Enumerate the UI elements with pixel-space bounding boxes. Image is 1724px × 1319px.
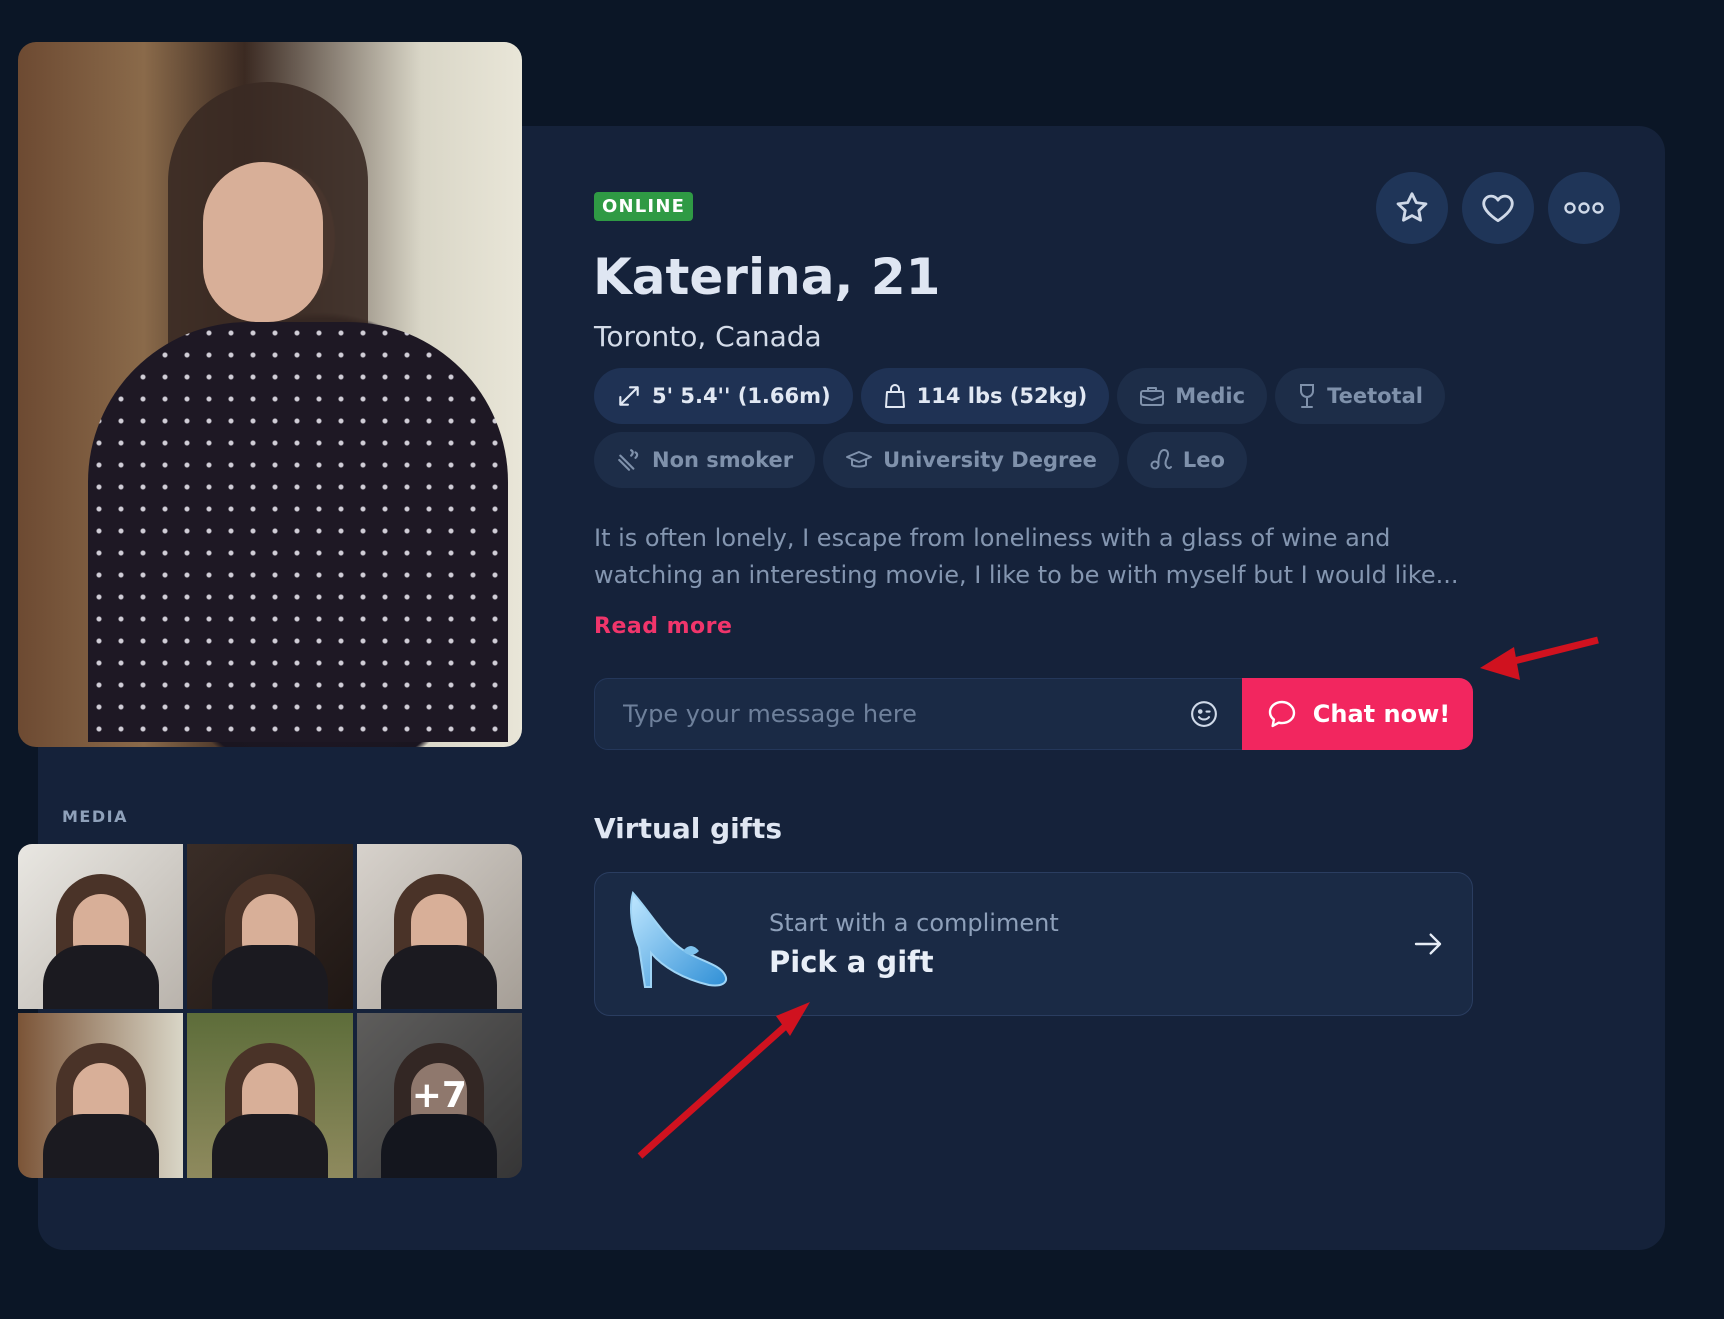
message-composer (594, 678, 1244, 750)
pick-gift-card[interactable]: Start with a compliment Pick a gift (594, 872, 1473, 1016)
heart-icon (1482, 194, 1514, 223)
profile-location: Toronto, Canada (594, 320, 822, 353)
chat-now-label: Chat now! (1312, 700, 1451, 728)
media-thumb[interactable] (187, 1013, 353, 1178)
height-label: 5' 5.4'' (1.66m) (652, 384, 831, 408)
gift-subtitle: Start with a compliment (769, 909, 1059, 937)
graduation-cap-icon (846, 451, 873, 468)
media-thumb[interactable] (187, 844, 353, 1009)
profile-name-age: Katerina, 21 (593, 248, 941, 306)
media-thumb[interactable] (18, 844, 184, 1009)
media-thumb[interactable] (356, 844, 522, 1009)
weight-chip: 114 lbs (52kg) (860, 368, 1110, 424)
drinking-label: Teetotal (1327, 384, 1423, 408)
smoking-label: Non smoker (652, 448, 794, 472)
more-options-button[interactable] (1548, 172, 1620, 244)
height-chip: 5' 5.4'' (1.66m) (594, 368, 853, 424)
smoking-chip: Non smoker (594, 432, 816, 488)
like-button[interactable] (1462, 172, 1534, 244)
gift-cta: Pick a gift (769, 945, 934, 979)
resize-arrow-icon (619, 386, 639, 406)
leo-zodiac-icon (1150, 448, 1172, 470)
message-input[interactable] (623, 700, 1189, 728)
online-status-badge: ONLINE (594, 192, 694, 221)
arrow-right-icon (1414, 933, 1442, 955)
star-icon (1396, 192, 1428, 222)
favorite-button[interactable] (1376, 172, 1448, 244)
zodiac-chip: Leo (1126, 432, 1247, 488)
media-thumb[interactable] (18, 1013, 184, 1178)
occupation-chip: Medic (1117, 368, 1268, 424)
weight-bag-icon (884, 384, 905, 408)
chat-now-button[interactable]: Chat now! (1242, 678, 1473, 750)
education-label: University Degree (883, 448, 1097, 472)
media-grid: +7 (18, 844, 522, 1178)
wine-glass-icon (1300, 384, 1315, 408)
media-thumb-more[interactable]: +7 (356, 1013, 522, 1178)
read-more-link[interactable]: Read more (594, 614, 732, 639)
main-profile-photo[interactable] (18, 42, 522, 747)
emoji-wink-icon[interactable] (1189, 699, 1219, 729)
weight-label: 114 lbs (52kg) (916, 384, 1088, 408)
media-label: MEDIA (62, 807, 128, 826)
profile-page: MEDIA +7 ONLINE Katerina, 21 Toronto, Ca… (0, 0, 1724, 1319)
briefcase-icon (1140, 387, 1165, 406)
profile-attributes: 5' 5.4'' (1.66m) 114 lbs (52kg) Medic Te… (594, 368, 1454, 496)
glass-slipper-image (630, 890, 727, 988)
zodiac-label: Leo (1182, 448, 1225, 472)
profile-bio: It is often lonely, I escape from loneli… (594, 524, 1459, 589)
more-media-count: +7 (356, 1013, 522, 1178)
cigarette-icon (618, 449, 639, 471)
chat-bubble-icon (1268, 700, 1295, 728)
education-chip: University Degree (823, 432, 1119, 488)
more-options-icon (1564, 202, 1604, 214)
occupation-label: Medic (1175, 384, 1246, 408)
virtual-gifts-heading: Virtual gifts (594, 812, 783, 845)
drinking-chip: Teetotal (1275, 368, 1445, 424)
